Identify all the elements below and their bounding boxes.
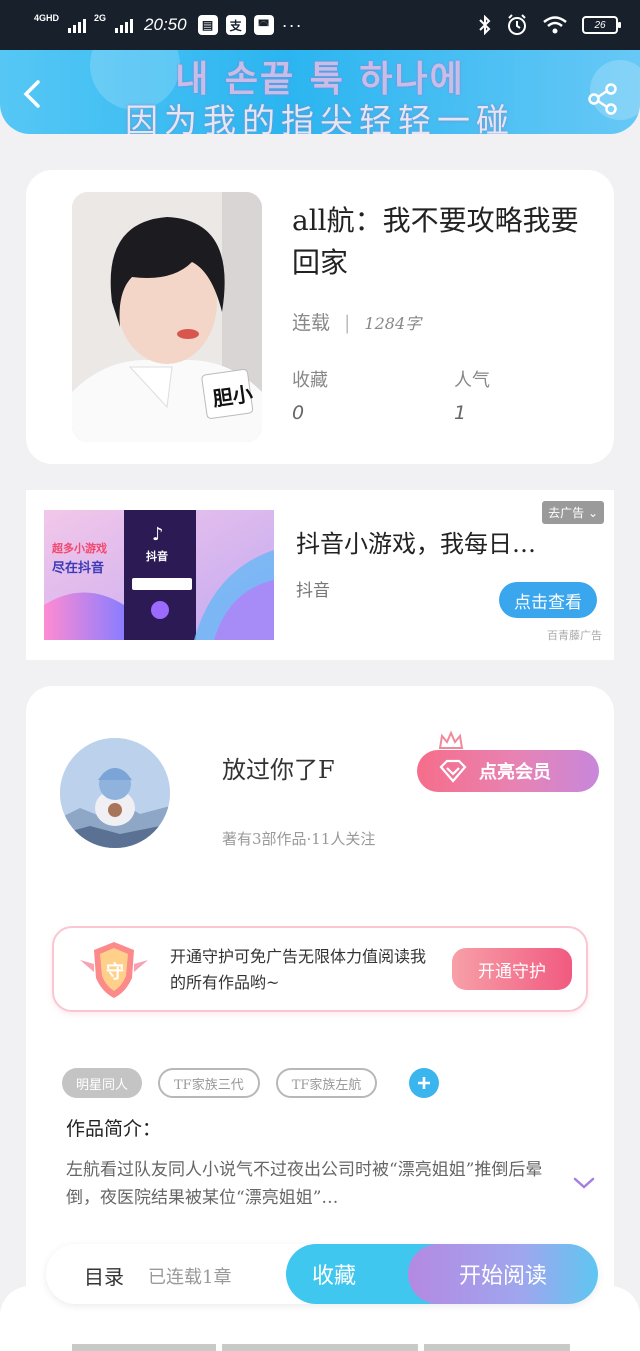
status-bar: 4GHD 2G 20:50 ▤ 支 ◚ ··· 26 [0,0,640,50]
signal-icon [68,17,87,33]
intro-text: 左航看过队友同人小说气不过夜出公司时被“漂亮姐姐”推倒后晕倒，夜医院结果被某位“… [66,1160,543,1208]
ad-banner-image[interactable]: 超多小游戏 尽在抖音 ♪ 抖音 [44,510,274,640]
book-title: all航：我不要攻略我要回家 [292,204,579,279]
book-cover[interactable]: 胆小 [72,192,262,442]
chevron-down-icon: ⌄ [587,506,598,520]
svg-text:♪: ♪ [152,524,164,545]
favorites-count: 0 [292,402,305,424]
open-guard-button[interactable]: 开通守护 [452,948,572,990]
bottom-action-bar: 目录 已连载1章 收藏 开始阅读 [46,1244,598,1304]
header-chinese-text: 因为我的指尖轻轻一碰 [125,101,515,134]
vip-button-label: 点亮会员 [479,762,551,783]
share-button[interactable] [586,82,620,116]
ad-banner-graphic: 超多小游戏 尽在抖音 ♪ 抖音 [44,510,274,640]
header-banner: 내 손끝 툭 하나에 因为我的指尖轻轻一碰 [0,50,640,134]
battery-level: 26 [594,19,606,31]
alarm-icon [508,14,526,35]
start-reading-button[interactable]: 开始阅读 [408,1244,598,1304]
more-notifications-icon: ··· [281,14,303,35]
ad-banner-brand: 抖音 [146,549,168,563]
avatar-image [60,738,170,848]
alipay-icon: 支 [225,15,246,35]
add-tag-button[interactable] [409,1068,440,1098]
signal-icon-2 [115,17,134,33]
gallery-icon: ◚ [253,15,274,35]
tag-item[interactable]: 明星同人 [62,1068,143,1098]
ad-view-button[interactable]: 点击查看 [499,582,597,618]
author-name[interactable]: 放过你了F [222,750,335,785]
tag-item[interactable]: TF家族三代 [158,1068,260,1098]
ad-banner-line2: 尽在抖音 [52,560,104,576]
guard-shield-icon: 守 [80,942,148,998]
toc-button[interactable]: 目录 [84,1261,124,1290]
chapter-status: 已连载1章 [148,1267,232,1288]
bottom-strip [424,1344,570,1351]
bottom-strip [72,1344,216,1351]
share-icon [588,83,617,115]
favorite-label: 收藏 [312,1264,357,1289]
remove-ad-button[interactable]: 去广告 ⌄ [542,501,604,524]
bluetooth-icon [479,15,491,35]
guard-description: 开通守护可免广告无限体力值阅读我的所有作品哟~ [170,947,427,992]
plus-icon [418,1077,431,1089]
clock: 20:50 [144,15,187,34]
ad-source: 抖音 [296,581,330,601]
vip-button[interactable]: 点亮会员 [417,750,599,792]
book-info-card: 胆小 all航：我不要攻略我要回家 连载 | 1284字 收藏 0 人气 1 [26,170,614,464]
ad-banner-line1: 超多小游戏 [51,541,107,555]
author-stats: 著有3部作品·11人关注 [222,830,376,848]
expand-chevron-icon[interactable] [572,1174,596,1192]
back-button[interactable] [16,76,52,112]
serial-status: 连载 [292,312,331,334]
battery-icon: 26 [582,16,621,34]
wifi-icon [543,16,567,34]
cover-portrait-image: 胆小 [72,192,262,442]
popularity-count: 1 [454,402,467,424]
diamond-icon [439,759,467,783]
ad-title: 抖音小游戏，我每日… [296,530,536,558]
guard-promo: 守 开通守护可免广告无限体力值阅读我的所有作品哟~ 开通守护 [52,926,588,1012]
remove-ad-label: 去广告 [548,506,585,520]
ad-provider-tag: 百青藤广告 [547,629,602,642]
network-type-label: 4GHD [34,12,60,23]
intro-label: 作品简介： [66,1118,162,1140]
crown-icon [438,730,464,749]
bottom-strip [222,1344,418,1351]
ad-card[interactable]: 超多小游戏 尽在抖音 ♪ 抖音 去广告 ⌄ 抖音小游戏，我每日… 抖音 点击查看… [26,490,614,660]
author-card: 放过你了F 著有3部作品·11人关注 点亮会员 守 开通守护可免广告无限体力值阅… [26,686,614,1326]
guard-badge-text: 守 [106,961,124,983]
word-count: 1284字 [364,314,422,333]
book-status-row: 连载 | 1284字 [292,312,422,334]
calendar-icon: ▤ [197,15,218,35]
author-avatar[interactable] [60,738,170,848]
tag-list: 明星同人 TF家族三代 TF家族左航 [62,1068,440,1098]
favorites-label: 收藏 [292,370,328,391]
start-reading-label: 开始阅读 [458,1264,547,1289]
network-type-label-2: 2G [94,12,107,23]
chevron-left-icon [23,80,40,108]
popularity-label: 人气 [454,370,490,391]
tag-item[interactable]: TF家族左航 [275,1068,378,1098]
